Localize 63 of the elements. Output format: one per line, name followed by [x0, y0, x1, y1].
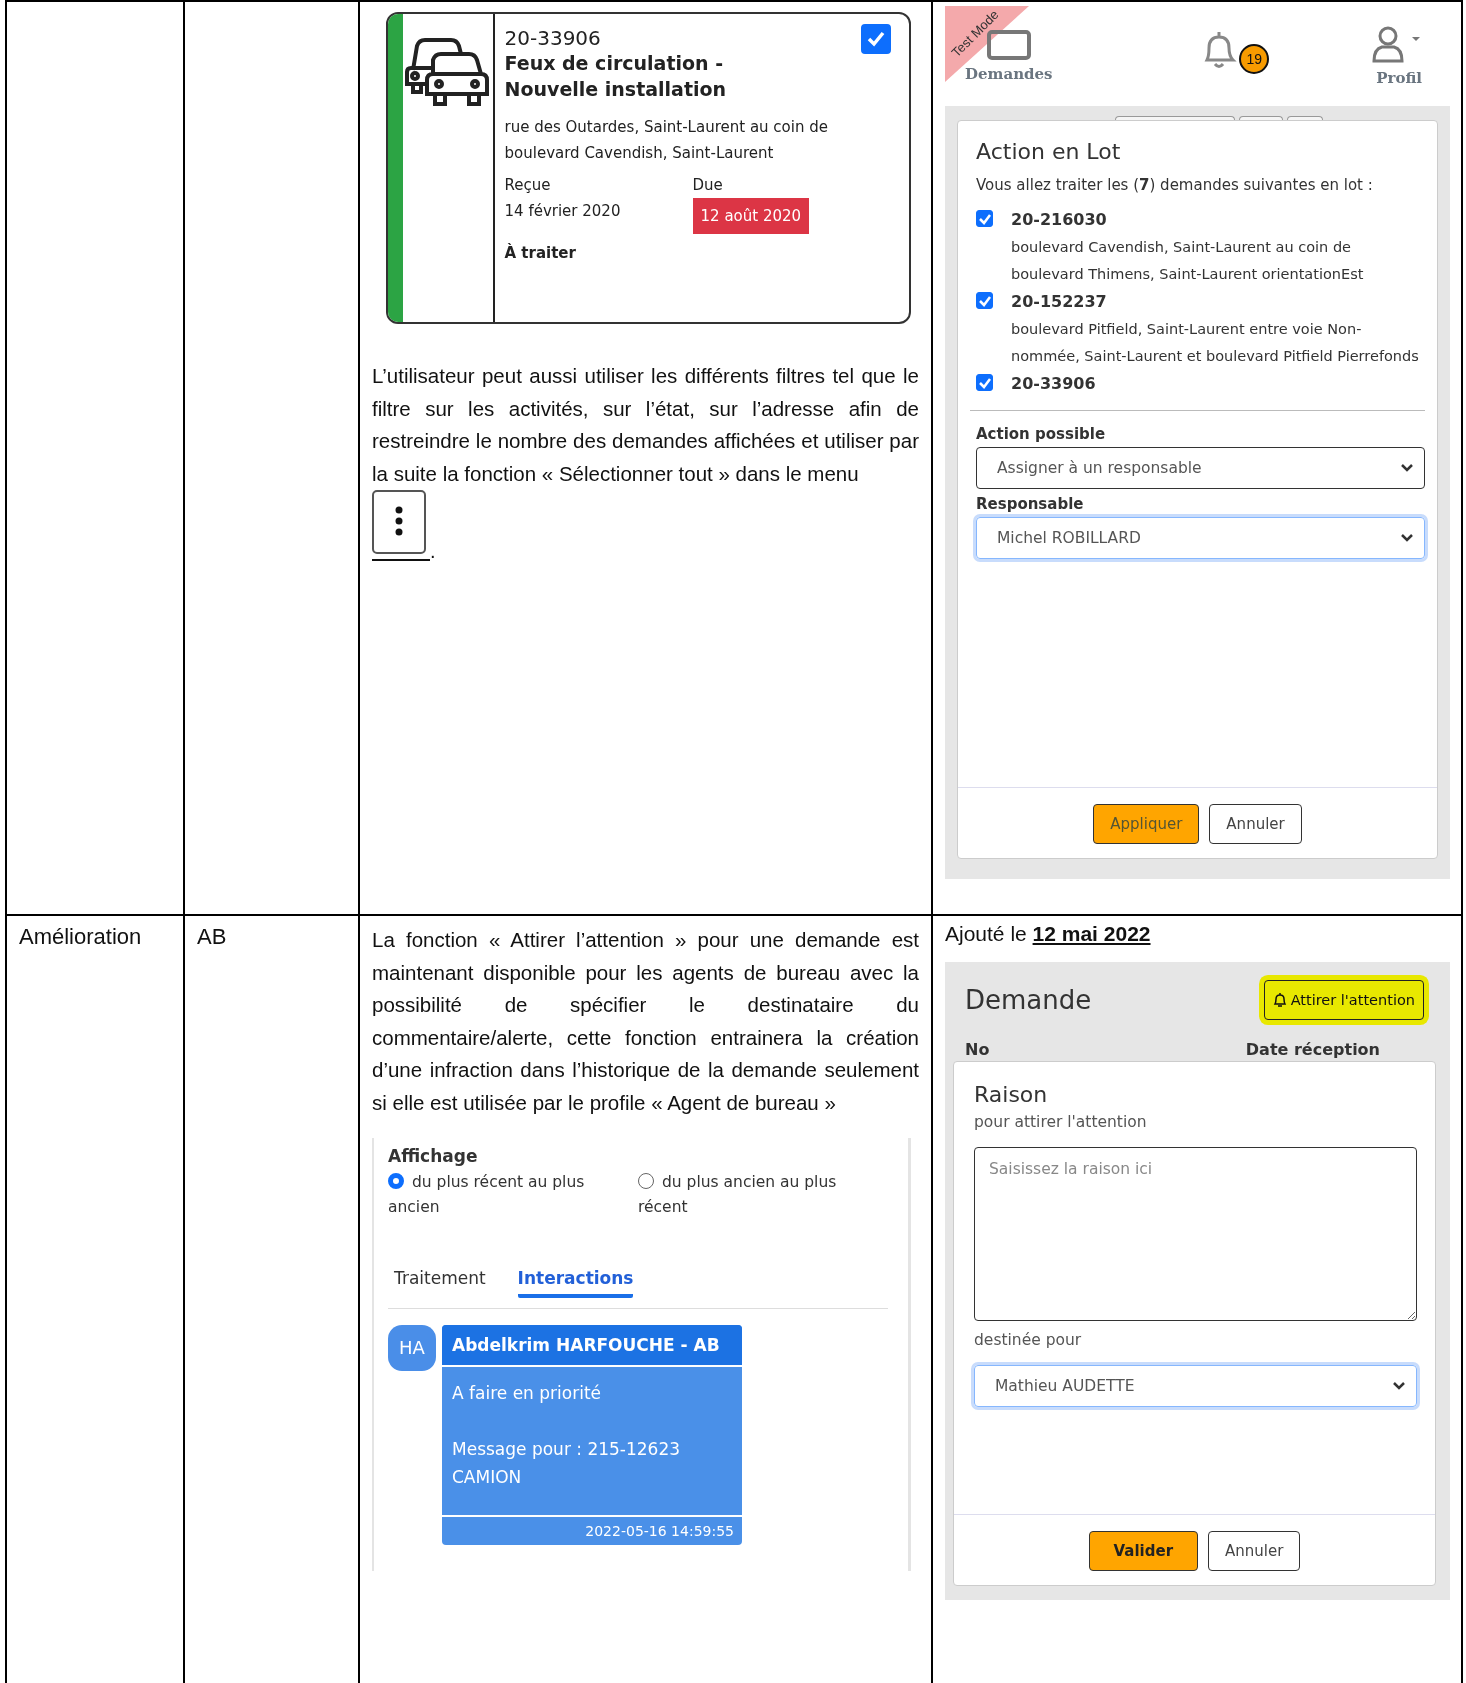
description-paragraph: L’utilisateur peut aussi utiliser les différents filtres tel que le filtre sur les activités, sur l’état, sur l’adresse afin de restreindre le nombre des demandes affichées et utiliser par la suite la fonction « Sélectionner tout » dans le menu: [372, 363, 919, 487]
avatar-initials: HA: [388, 1324, 436, 1371]
request-number: 20-152237: [1011, 291, 1108, 313]
tab[interactable]: Traitement: [394, 1267, 486, 1298]
message-text: CAMION: [452, 1465, 523, 1489]
apply-button[interactable]: Appliquer: [1093, 804, 1200, 844]
request-number: 20-216030: [1011, 209, 1108, 231]
message-text: Message pour : 215-12623: [452, 1437, 682, 1461]
request-card[interactable]: 20-33906 Feux de circulation - Nouvelle installation rue des Outardes, Saint-Laurent au coin de boulevard Cavendish, Saint-Laurent Reçue 14 février 2020 Due 12 août 2020 À traiter: [386, 12, 911, 324]
dialog-title: Action en Lot: [976, 139, 1122, 164]
request-checkbox[interactable]: [976, 210, 993, 227]
column-header: No: [965, 1040, 990, 1059]
received-label: Reçue: [504, 175, 552, 196]
more-menu-icon: [372, 490, 430, 563]
request-checkbox[interactable]: [976, 374, 993, 391]
message-author: Abdelkrim HARFOUCHE - AB: [442, 1324, 742, 1367]
select-checkbox[interactable]: [861, 24, 891, 54]
received-date: 14 février 2020: [504, 201, 622, 222]
user-icon[interactable]: [1370, 25, 1422, 65]
action-label: Action possible: [976, 425, 1107, 443]
due-date-badge: 12 août 2020: [692, 198, 810, 234]
page-title: Demande: [965, 985, 1092, 1015]
dialog-intro: Vous allez traiter les (7) demandes suivantes en lot :: [976, 176, 1374, 194]
message-timestamp: 2022-05-16 14:59:55: [584, 1521, 735, 1541]
change-type: Amélioration: [19, 924, 142, 949]
message-text: A faire en priorité: [452, 1381, 602, 1405]
description-paragraph: La fonction « Attirer l’attention » pour une demande est maintenant disponible pour les agents de bureau avec la possibilité de spécifier le destinataire du commentaire/alerte, cette fonction entrainera la création d’une infraction dans l’historique de la demande seulement si elle est utilisée par le profile « Agent de bureau »: [372, 927, 919, 1116]
added-date: 12 mai 2022: [1032, 922, 1151, 945]
request-checkbox[interactable]: [976, 292, 993, 309]
due-label: Due: [692, 175, 724, 196]
requests-nav-link[interactable]: Demandes: [965, 65, 1053, 83]
dialog-title: Raison: [974, 1082, 1049, 1107]
request-address: boulevard Cavendish, Saint-Laurent au coin de boulevard Thimens, Saint-Laurent orientationEst: [1011, 238, 1365, 284]
notification-badge: 19: [1239, 44, 1270, 74]
chevron-down-icon: [1400, 463, 1414, 473]
action-select[interactable]: Assigner à un responsable: [976, 447, 1425, 489]
sort-radio[interactable]: du plus récent au plus ancien: [388, 1169, 608, 1220]
request-number: 20-33906: [1011, 373, 1096, 395]
sort-radio[interactable]: du plus ancien au plus récent: [638, 1169, 858, 1220]
display-label: Affichage: [388, 1145, 479, 1166]
request-number: 20-33906: [504, 26, 602, 50]
chevron-down-icon: [1392, 1381, 1406, 1391]
profile-nav-link[interactable]: Profil: [1376, 69, 1422, 87]
request-address: boulevard Pitfield, Saint-Laurent entre voie Non-nommée, Saint-Laurent et boulevard Pitfield Pierrefonds: [1011, 320, 1420, 366]
responsible-select[interactable]: Michel ROBILLARD: [976, 517, 1425, 559]
bell-icon: [1272, 992, 1287, 1008]
author-initials: AB: [197, 924, 227, 949]
added-label: Ajouté le: [945, 922, 1027, 945]
responsible-label: Responsable: [976, 495, 1085, 513]
dialog-subtitle: pour attirer l'attention: [974, 1113, 1148, 1131]
request-address: rue des Outardes, Saint-Laurent au coin de boulevard Cavendish, Saint-Laurent: [504, 117, 829, 164]
cancel-button[interactable]: Annuler: [1209, 804, 1302, 844]
request-title: Feux de circulation - Nouvelle installation: [504, 51, 728, 102]
reason-field[interactable]: Saisissez la raison ici: [974, 1147, 1417, 1321]
validate-button[interactable]: Valider: [1088, 1531, 1199, 1571]
cancel-button[interactable]: Annuler: [1208, 1531, 1301, 1571]
chevron-down-icon: [1400, 533, 1414, 543]
request-status: À traiter: [504, 244, 577, 262]
tab[interactable]: Interactions: [517, 1267, 634, 1298]
recipient-select[interactable]: Mathieu AUDETTE: [974, 1365, 1417, 1407]
recipient-label: destinée pour: [974, 1331, 1083, 1349]
column-header: Date réception: [1245, 1040, 1380, 1059]
period-text: .: [430, 540, 436, 563]
